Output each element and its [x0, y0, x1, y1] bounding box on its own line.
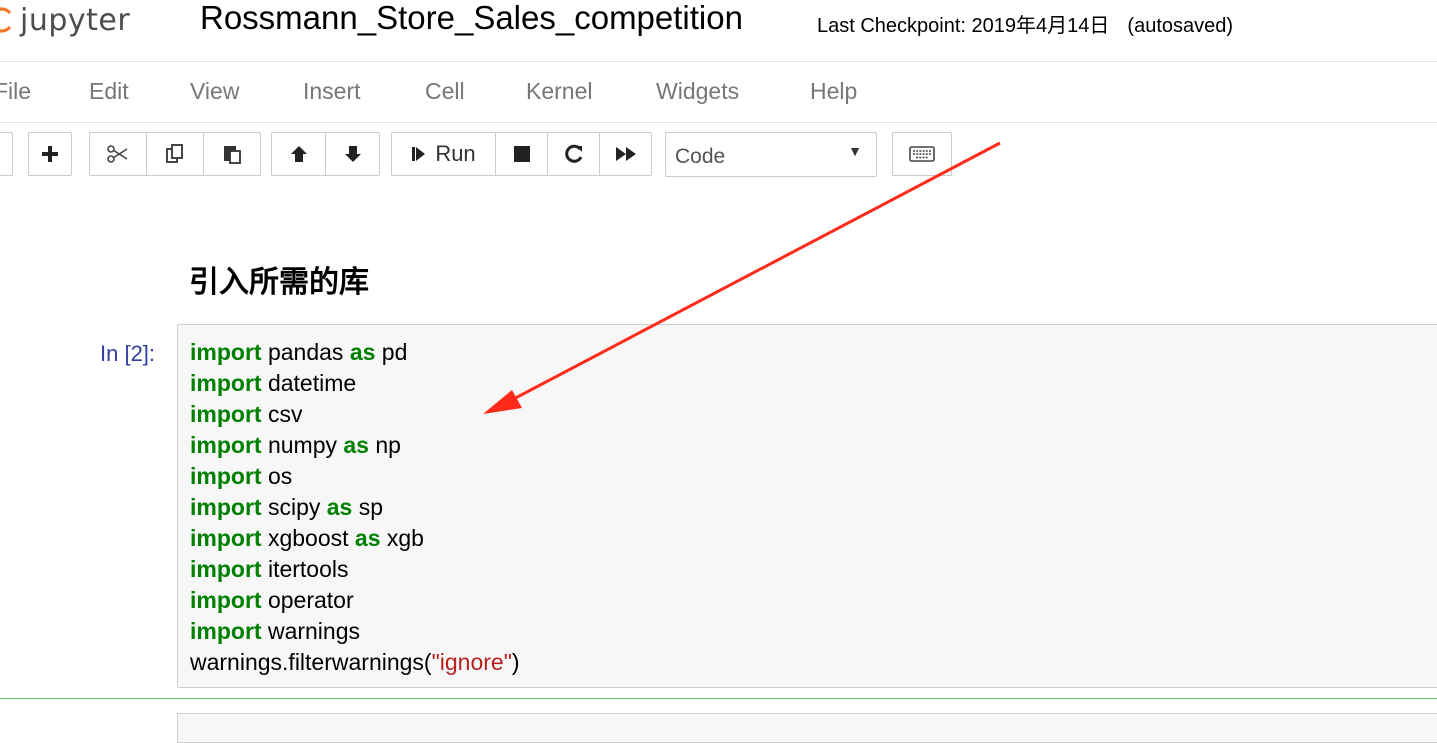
code-keyword: import: [190, 370, 262, 396]
header: jupyter Rossmann_Store_Sales_competition…: [0, 0, 1437, 62]
code-string: "ignore": [431, 649, 512, 675]
command-palette-button[interactable]: [892, 132, 952, 176]
cell-type-select[interactable]: Code ▼: [665, 132, 877, 177]
notebook-name[interactable]: Rossmann_Store_Sales_competition: [200, 0, 743, 37]
code-keyword: as: [343, 432, 369, 458]
code-token: sp: [352, 494, 384, 520]
plus-icon: [42, 146, 58, 162]
code-token: itertools: [261, 556, 349, 582]
code-token: csv: [261, 401, 303, 427]
arrow-down-icon: [344, 146, 361, 162]
code-keyword: import: [190, 494, 262, 520]
toolbar-group-move: [271, 132, 380, 176]
save-button[interactable]: [0, 132, 13, 176]
toolbar-group-edit: [89, 132, 261, 176]
menu-insert[interactable]: Insert: [303, 78, 361, 105]
menu-kernel[interactable]: Kernel: [526, 78, 592, 105]
code-token: warnings.filterwarnings(: [190, 649, 432, 675]
code-token: numpy: [261, 432, 344, 458]
jupyter-logo[interactable]: jupyter: [0, 2, 130, 38]
code-line: import numpy as np: [190, 430, 520, 461]
restart-button[interactable]: [547, 132, 600, 176]
code-keyword: as: [349, 339, 376, 365]
code-keyword: import: [190, 432, 262, 458]
code-keyword: import: [190, 339, 262, 365]
code-token: pd: [375, 339, 408, 365]
autosave-text: (autosaved): [1127, 15, 1234, 37]
code-token: warnings: [261, 618, 360, 644]
code-token: scipy: [261, 494, 327, 520]
code-line: import xgboost as xgb: [190, 523, 520, 554]
copy-button[interactable]: [146, 132, 204, 176]
menu-help[interactable]: Help: [810, 78, 857, 105]
jupyter-logo-icon: [0, 7, 12, 33]
code-token: xgboost: [261, 525, 355, 551]
next-code-cell[interactable]: [177, 713, 1437, 743]
code-token: operator: [261, 587, 354, 613]
logo-text: jupyter: [20, 2, 131, 38]
code-token: ): [511, 649, 520, 675]
code-token: os: [261, 463, 293, 489]
arrow-up-icon: [290, 146, 307, 162]
menu-cell[interactable]: Cell: [425, 78, 465, 105]
code-line: import itertools: [190, 554, 520, 585]
code-keyword: as: [326, 494, 353, 520]
selected-cell-border: [0, 698, 1437, 699]
code-keyword: import: [190, 556, 262, 582]
code-line: warnings.filterwarnings("ignore"): [190, 647, 520, 678]
run-button[interactable]: Run: [391, 132, 496, 176]
step-forward-icon: [412, 147, 426, 161]
code-keyword: import: [190, 401, 262, 427]
input-prompt: In [2]:: [100, 341, 156, 366]
code-token: datetime: [261, 370, 357, 396]
code-line: import os: [190, 461, 520, 492]
paste-button[interactable]: [203, 132, 261, 176]
code-keyword: import: [190, 587, 262, 613]
code-token: np: [368, 432, 401, 458]
cut-button[interactable]: [89, 132, 147, 176]
stop-icon: [513, 146, 530, 162]
cut-icon: [107, 145, 128, 163]
code-text[interactable]: import pandas as pd import datetime import…: [190, 337, 520, 678]
run-label: Run: [435, 141, 476, 166]
toolbar-group-save: [0, 132, 13, 176]
checkpoint-status: Last Checkpoint: 2019年4月14日 (autosaved): [817, 9, 1233, 38]
code-token: xgb: [380, 525, 424, 551]
checkpoint-text: Last Checkpoint: 2019年4月14日: [817, 15, 1110, 37]
code-keyword: import: [190, 525, 262, 551]
fast-forward-icon: [615, 147, 636, 161]
code-line: import datetime: [190, 368, 520, 399]
paste-icon: [224, 146, 241, 164]
code-line: import scipy as sp: [190, 492, 520, 523]
code-keyword: import: [190, 618, 262, 644]
keyboard-icon: [909, 146, 935, 162]
chevron-down-icon: ▼: [848, 143, 862, 159]
code-keyword: as: [354, 525, 381, 551]
toolbar-group-insert: [28, 132, 72, 176]
toolbar-group-keyboard: [892, 132, 952, 176]
menu-view[interactable]: View: [190, 78, 239, 105]
menu-file[interactable]: File: [0, 78, 31, 105]
code-keyword: import: [190, 463, 262, 489]
code-line: import csv: [190, 399, 520, 430]
notebook-area: 引入所需的库 In [2]: import pandas as pd import…: [0, 187, 1437, 743]
code-line: import operator: [190, 585, 520, 616]
toolbar-group-run: Run: [391, 132, 652, 176]
insert-cell-button[interactable]: [28, 132, 72, 176]
menubar: File Edit View Insert Cell Kernel Widget…: [0, 61, 1437, 123]
code-line: import warnings: [190, 616, 520, 647]
code-cell-input[interactable]: import pandas as pd import datetime import…: [177, 324, 1437, 688]
move-up-button[interactable]: [271, 132, 326, 176]
restart-run-all-button[interactable]: [599, 132, 652, 176]
menu-widgets[interactable]: Widgets: [656, 78, 739, 105]
code-token: pandas: [261, 339, 350, 365]
copy-icon: [166, 144, 183, 163]
menu-edit[interactable]: Edit: [89, 78, 129, 105]
move-down-button[interactable]: [325, 132, 380, 176]
markdown-heading[interactable]: 引入所需的库: [189, 257, 369, 301]
cell-type-value: Code: [675, 145, 726, 168]
interrupt-button[interactable]: [495, 132, 548, 176]
restart-icon: [564, 144, 582, 163]
code-line: import pandas as pd: [190, 337, 520, 368]
